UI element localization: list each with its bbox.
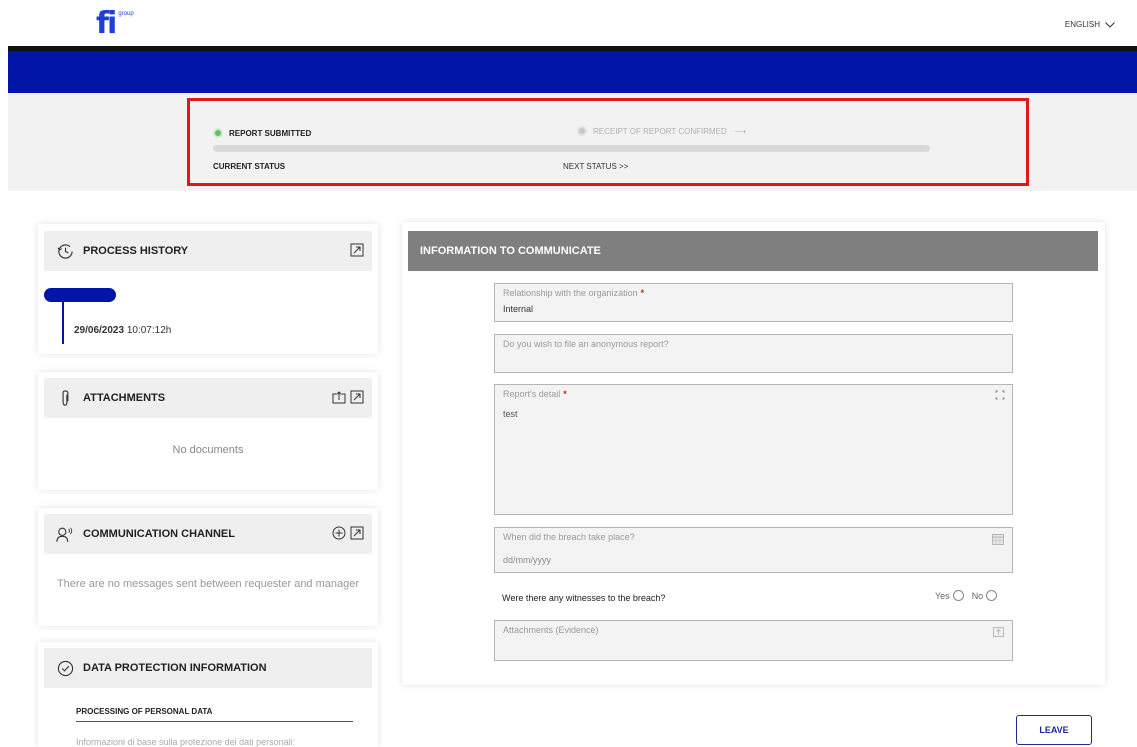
calendar-icon[interactable] (992, 534, 1004, 545)
open-external-icon[interactable] (350, 243, 364, 257)
current-status-caption: CURRENT STATUS (213, 162, 286, 171)
history-icon (56, 242, 74, 260)
relationship-field[interactable]: Relationship with the organization * Inte… (494, 283, 1013, 322)
witnesses-no-option[interactable]: No (972, 590, 998, 601)
history-event-time: 10:07:12h (126, 325, 172, 336)
next-status-link[interactable]: NEXT STATUS >> (563, 162, 628, 171)
leave-button[interactable]: LEAVE (1016, 715, 1092, 745)
attachments-empty-message: No documents (172, 444, 244, 456)
logo-mark: fi (96, 6, 117, 41)
information-form-header: INFORMATION TO COMMUNICATE (408, 231, 1098, 271)
communication-channel-actions (332, 526, 364, 540)
data-protection-title: DATA PROTECTION INFORMATION (83, 662, 267, 674)
anonymous-report-field[interactable]: Do you wish to file an anonymous report? (494, 334, 1013, 373)
contact-person-icon (56, 525, 74, 543)
evidence-attachments-field[interactable]: Attachments (Evidence) (494, 620, 1013, 661)
status-step-next: RECEIPT OF REPORT CONFIRMED ⟶ (577, 126, 746, 136)
communication-channel-panel: COMMUNICATION CHANNEL (38, 508, 378, 626)
communication-channel-title: COMMUNICATION CHANNEL (83, 528, 235, 540)
witnesses-radio-group: Yes No (935, 590, 998, 601)
radio-no-icon[interactable] (986, 590, 998, 601)
open-external-icon[interactable] (350, 390, 364, 404)
brand-banner (8, 51, 1137, 93)
data-protection-header: DATA PROTECTION INFORMATION (44, 648, 372, 688)
relationship-label-text: Relationship with the organization (503, 288, 638, 298)
chevron-down-icon (1105, 21, 1115, 28)
fi-group-logo[interactable]: fi group (96, 9, 134, 39)
attachments-actions (332, 390, 364, 404)
status-dot-inactive-icon (577, 126, 587, 136)
process-history-header: PROCESS HISTORY (44, 231, 372, 271)
status-progress-track (213, 145, 930, 152)
witnesses-no-label: No (971, 590, 984, 601)
attachments-title: ATTACHMENTS (83, 392, 166, 404)
evidence-attachments-label: Attachments (Evidence) (503, 625, 599, 635)
attachments-header: ATTACHMENTS (44, 378, 372, 418)
witnesses-question: Were there any witnesses to the breach? (502, 593, 666, 603)
relationship-label: Relationship with the organization * (503, 288, 644, 298)
communication-empty-message: There are no messages sent between reque… (56, 578, 360, 590)
history-timeline-line (62, 300, 64, 344)
status-step-current: REPORT SUBMITTED (213, 128, 311, 138)
breach-date-field[interactable]: When did the breach take place? dd/mm/yy… (494, 527, 1013, 573)
attachments-panel: ATTACHMENTS (38, 372, 378, 490)
upload-icon[interactable] (993, 627, 1004, 637)
open-external-icon[interactable] (350, 526, 364, 540)
anonymous-report-label: Do you wish to file an anonymous report? (503, 339, 669, 349)
status-highlight-frame (187, 98, 1029, 186)
witnesses-yes-label: Yes (935, 590, 950, 601)
data-protection-subtitle: PROCESSING OF PERSONAL DATA (76, 707, 213, 716)
breach-date-placeholder: dd/mm/yyyy (503, 555, 552, 565)
current-step-label: REPORT SUBMITTED (229, 128, 312, 138)
check-circle-icon (56, 659, 74, 677)
report-detail-label-text: Report's detail (503, 389, 561, 399)
process-history-title: PROCESS HISTORY (83, 245, 189, 257)
required-marker: * (563, 389, 567, 399)
witnesses-yes-option[interactable]: Yes (935, 590, 964, 601)
data-protection-text: Informazioni di base sulla protezione de… (76, 737, 296, 747)
history-event-date: 29/06/2023 (74, 325, 125, 336)
status-dot-active-icon (213, 128, 223, 138)
history-event-timestamp: 29/06/2023 10:07:12h (74, 325, 171, 336)
required-marker: * (640, 288, 645, 298)
process-history-actions (350, 243, 364, 257)
arrow-right-icon: ⟶ (734, 126, 747, 136)
expand-icon[interactable] (995, 390, 1005, 400)
upload-icon[interactable] (332, 390, 346, 404)
language-selector[interactable]: ENGLISH (1065, 20, 1115, 29)
relationship-value: Internal (503, 304, 534, 314)
radio-yes-icon[interactable] (952, 590, 964, 601)
next-step-label: RECEIPT OF REPORT CONFIRMED (593, 126, 727, 136)
paperclip-icon (56, 389, 74, 407)
report-detail-value: test (503, 409, 518, 419)
report-detail-label: Report's detail * (503, 389, 567, 399)
data-protection-divider (76, 721, 353, 722)
history-event-badge (44, 288, 116, 302)
logo-subtext: group (118, 11, 134, 17)
breach-date-label: When did the breach take place? (503, 532, 635, 542)
language-label: ENGLISH (1064, 20, 1100, 29)
top-bar: fi group ENGLISH (0, 0, 1137, 46)
communication-channel-header: COMMUNICATION CHANNEL (44, 514, 372, 554)
report-detail-textarea[interactable]: Report's detail * test (494, 384, 1013, 515)
data-protection-panel: DATA PROTECTION INFORMATION (38, 642, 378, 747)
add-circle-icon[interactable] (332, 526, 346, 540)
